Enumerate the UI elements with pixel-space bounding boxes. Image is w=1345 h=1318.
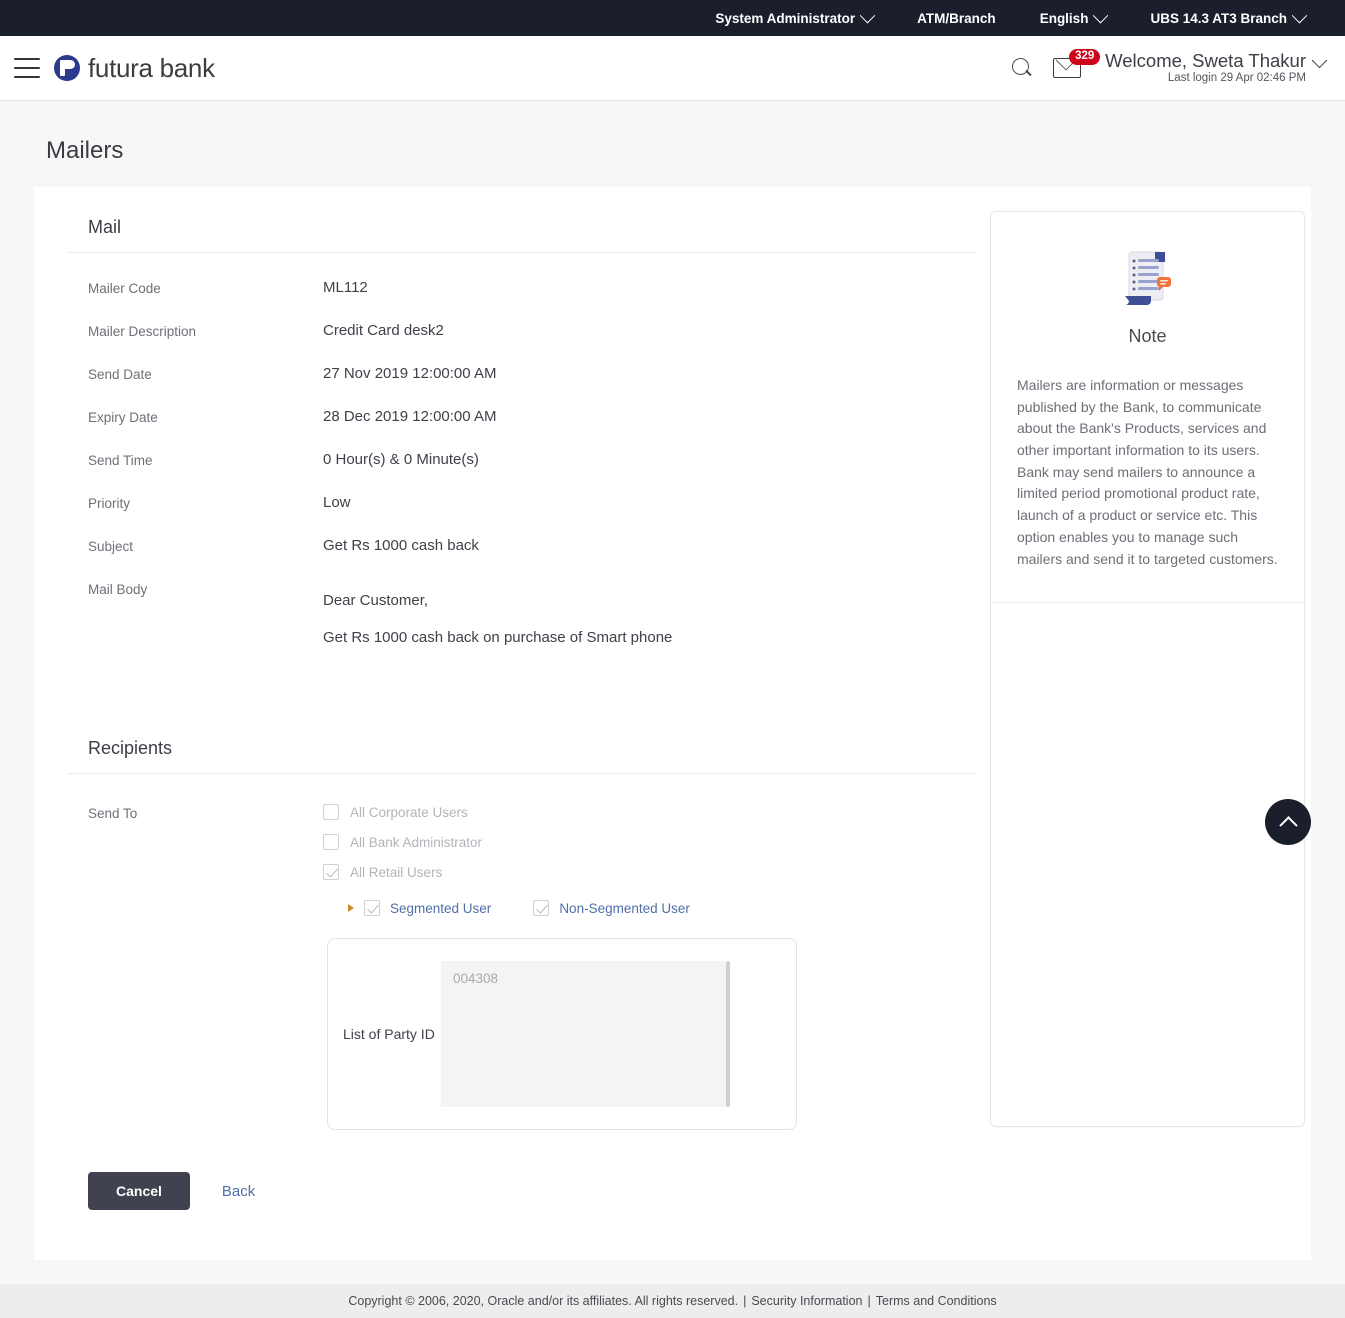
user-profile-menu[interactable]: Welcome, Sweta Thakur Last login 29 Apr … <box>1105 50 1328 85</box>
checkbox-icon <box>323 804 339 820</box>
chevron-down-icon <box>859 7 876 23</box>
futura-bank-logo-icon <box>54 55 80 81</box>
mail-notifications-button[interactable]: 329 <box>1053 48 1101 78</box>
section-heading-mail: Mail <box>68 217 977 253</box>
field-label: Mailer Code <box>88 281 161 296</box>
field-value: 0 Hour(s) & 0 Minute(s) <box>323 451 479 468</box>
note-panel: Note Mailers are information or messages… <box>990 211 1305 1127</box>
brand-logo[interactable]: futura bank <box>54 53 215 84</box>
label-segmented-user[interactable]: Segmented User <box>390 901 491 916</box>
footer-link-security-information[interactable]: Security Information <box>751 1294 862 1308</box>
field-label: Send Time <box>88 453 153 468</box>
topbar-item-language[interactable]: English <box>1018 7 1129 26</box>
field-send-time: Send Time 0 Hour(s) & 0 Minute(s) <box>34 451 989 468</box>
field-mail-body: Mail Body Dear Customer, Get Rs 1000 cas… <box>34 580 989 646</box>
checkbox-all-bank-administrator[interactable]: All Bank Administrator <box>323 834 797 850</box>
field-label: Expiry Date <box>88 410 158 425</box>
topbar-label: System Administrator <box>715 10 856 26</box>
topbar-label: UBS 14.3 AT3 Branch <box>1150 10 1287 26</box>
recipient-checkbox-list: All Corporate Users All Bank Administrat… <box>323 804 797 880</box>
utility-topbar: System Administrator ATM/Branch English … <box>0 0 1345 36</box>
hamburger-icon[interactable] <box>14 58 40 78</box>
topbar-label: English <box>1039 10 1089 26</box>
checkbox-icon <box>323 834 339 850</box>
send-to-label: Send To <box>88 806 138 821</box>
footer-separator: | <box>743 1294 747 1308</box>
field-mailer-code: Mailer Code ML112 <box>34 279 989 296</box>
checkbox-checked-icon <box>323 864 339 880</box>
brand-name: futura bank <box>88 52 215 83</box>
field-mailer-description: Mailer Description Credit Card desk2 <box>34 322 989 339</box>
chevron-down-icon <box>1311 53 1328 69</box>
field-label: Send Date <box>88 367 152 382</box>
checkbox-label: All Corporate Users <box>350 804 468 820</box>
field-label: Mailer Description <box>88 324 197 339</box>
action-button-row: Cancel Back <box>34 1172 989 1260</box>
search-icon[interactable] <box>1011 57 1033 79</box>
party-id-label: List of Party ID <box>343 1026 435 1042</box>
document-note-icon <box>1124 251 1171 305</box>
field-value: Credit Card desk2 <box>323 322 444 339</box>
note-divider <box>991 602 1304 603</box>
footer-link-terms-and-conditions[interactable]: Terms and Conditions <box>876 1294 997 1308</box>
page-footer: Copyright © 2006, 2020, Oracle and/or it… <box>0 1284 1345 1318</box>
field-priority: Priority Low <box>34 494 989 511</box>
welcome-text: Welcome, Sweta Thakur <box>1105 50 1306 72</box>
field-value: 28 Dec 2019 12:00:00 AM <box>323 408 497 425</box>
page-title: Mailers <box>0 101 1345 187</box>
send-to-row: Send To All Corporate Users All Bank Adm… <box>34 804 989 1130</box>
field-value: Low <box>323 494 351 511</box>
app-root: System Administrator ATM/Branch English … <box>0 0 1345 1318</box>
topbar-item-system-administrator[interactable]: System Administrator <box>693 7 895 26</box>
party-id-textarea[interactable] <box>441 961 726 1107</box>
field-subject: Subject Get Rs 1000 cash back <box>34 537 989 554</box>
party-id-scrollbar[interactable] <box>726 961 730 1107</box>
cancel-button[interactable]: Cancel <box>88 1172 190 1210</box>
field-label: Priority <box>88 496 131 511</box>
section-heading-recipients: Recipients <box>68 738 977 774</box>
checkbox-label: All Retail Users <box>350 864 443 880</box>
topbar-label: ATM/Branch <box>917 10 996 26</box>
header-actions: 329 Welcome, Sweta Thakur Last login 29 … <box>1011 48 1328 85</box>
app-header: futura bank 329 Welcome, Sweta Thakur La… <box>0 36 1345 101</box>
footer-copyright: Copyright © 2006, 2020, Oracle and/or it… <box>348 1294 739 1308</box>
mail-body-line: Get Rs 1000 cash back on purchase of Sma… <box>323 629 673 646</box>
send-to-options: All Corporate Users All Bank Administrat… <box>323 804 797 1130</box>
field-expiry-date: Expiry Date 28 Dec 2019 12:00:00 AM <box>34 408 989 425</box>
note-icon-wrap <box>1017 244 1278 314</box>
checkbox-label: All Bank Administrator <box>350 834 483 850</box>
checkbox-non-segmented-user-icon[interactable] <box>533 900 550 916</box>
checkbox-all-retail-users[interactable]: All Retail Users <box>323 864 797 880</box>
mail-body-line: Dear Customer, <box>323 592 429 609</box>
chevron-down-icon <box>1291 7 1308 23</box>
back-button[interactable]: Back <box>216 1182 261 1201</box>
mail-badge-count: 329 <box>1069 48 1101 65</box>
triangle-right-icon[interactable] <box>348 904 354 912</box>
field-label: Mail Body <box>88 582 148 597</box>
label-non-segmented-user[interactable]: Non-Segmented User <box>559 901 690 916</box>
welcome-block: Welcome, Sweta Thakur Last login 29 Apr … <box>1105 50 1306 85</box>
last-login-text: Last login 29 Apr 02:46 PM <box>1167 72 1306 85</box>
footer-separator: | <box>867 1294 871 1308</box>
field-label: Subject <box>88 539 134 554</box>
checkbox-segmented-user-icon[interactable] <box>364 900 380 916</box>
chevron-down-icon <box>1093 7 1109 23</box>
field-value: Get Rs 1000 cash back <box>323 537 479 554</box>
party-id-card: List of Party ID <box>327 938 797 1130</box>
field-value: ML112 <box>323 279 368 296</box>
scroll-to-top-button[interactable] <box>1265 799 1311 845</box>
checkbox-all-corporate-users[interactable]: All Corporate Users <box>323 804 797 820</box>
note-text: Mailers are information or messages publ… <box>1017 377 1278 567</box>
mailer-details-column: Mail Mailer Code ML112 Mailer Descriptio… <box>34 187 989 1260</box>
segment-options-row: Segmented User Non-Segmented User <box>348 900 797 916</box>
note-title: Note <box>1128 326 1167 346</box>
mail-body-content: Dear Customer, Get Rs 1000 cash back on … <box>323 580 672 646</box>
chevron-up-icon <box>1278 815 1298 835</box>
main-content-card: Mail Mailer Code ML112 Mailer Descriptio… <box>34 187 1311 1260</box>
field-send-date: Send Date 27 Nov 2019 12:00:00 AM <box>34 365 989 382</box>
field-value: 27 Nov 2019 12:00:00 AM <box>323 365 497 382</box>
topbar-item-branch[interactable]: UBS 14.3 AT3 Branch <box>1128 7 1327 26</box>
topbar-item-atm-branch[interactable]: ATM/Branch <box>895 11 1018 26</box>
